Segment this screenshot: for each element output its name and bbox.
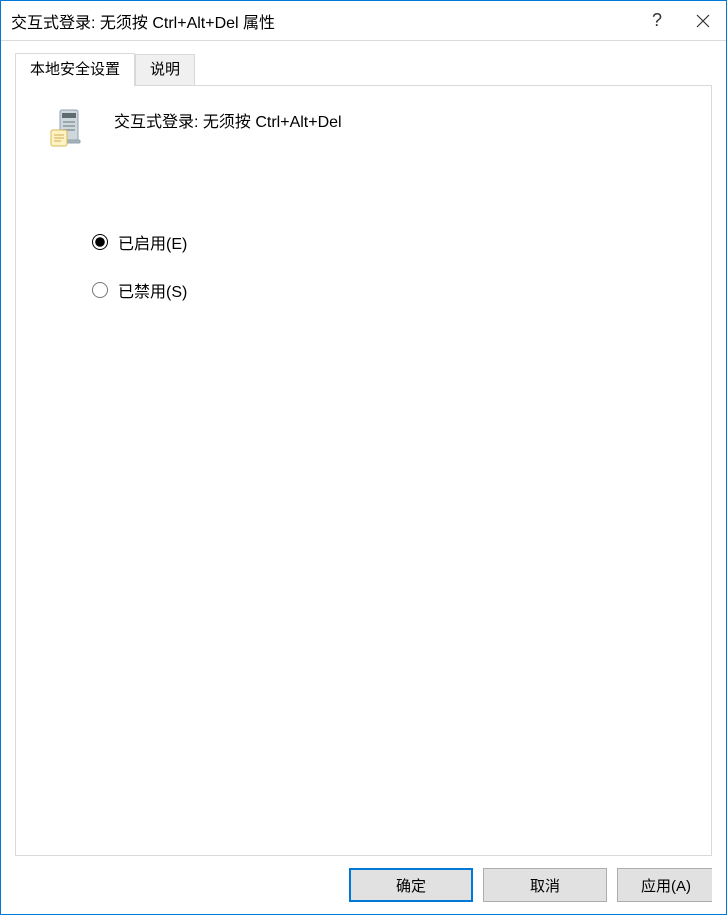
dialog-button-row: 确定 取消 应用(A) (1, 856, 726, 914)
ok-button-label: 确定 (396, 875, 426, 896)
apply-button-label: 应用(A) (641, 875, 691, 896)
tab-label: 本地安全设置 (30, 61, 120, 78)
radio-enabled-label: 已启用(E) (118, 230, 187, 254)
radio-disabled-input[interactable] (92, 282, 108, 298)
server-policy-icon (46, 106, 90, 150)
radio-disabled[interactable]: 已禁用(S) (92, 278, 687, 302)
tab-label: 说明 (150, 61, 180, 78)
radio-group: 已启用(E) 已禁用(S) (92, 230, 687, 302)
close-button[interactable] (680, 1, 726, 40)
apply-button[interactable]: 应用(A) (617, 868, 712, 902)
radio-disabled-label: 已禁用(S) (118, 278, 187, 302)
help-button[interactable]: ? (634, 1, 680, 40)
radio-enabled[interactable]: 已启用(E) (92, 230, 687, 254)
tabstrip: 本地安全设置 说明 (15, 55, 712, 85)
tab-local-security-settings[interactable]: 本地安全设置 (15, 53, 135, 86)
cancel-button-label: 取消 (530, 875, 560, 896)
client-area: 本地安全设置 说明 (1, 41, 726, 856)
tab-panel-security: 交互式登录: 无须按 Ctrl+Alt+Del 已启用(E) 已禁用(S) (15, 85, 712, 856)
cancel-button[interactable]: 取消 (483, 868, 607, 902)
tab-explain[interactable]: 说明 (135, 54, 195, 85)
help-icon: ? (652, 10, 662, 31)
close-icon (696, 14, 710, 28)
radio-enabled-input[interactable] (92, 234, 108, 250)
ok-button[interactable]: 确定 (349, 868, 473, 902)
window-title: 交互式登录: 无须按 Ctrl+Alt+Del 属性 (11, 9, 634, 33)
titlebar: 交互式登录: 无须按 Ctrl+Alt+Del 属性 ? (1, 1, 726, 41)
policy-header: 交互式登录: 无须按 Ctrl+Alt+Del (40, 106, 687, 150)
properties-dialog: 交互式登录: 无须按 Ctrl+Alt+Del 属性 ? 本地安全设置 说明 (0, 0, 727, 915)
policy-title: 交互式登录: 无须按 Ctrl+Alt+Del (114, 106, 342, 132)
